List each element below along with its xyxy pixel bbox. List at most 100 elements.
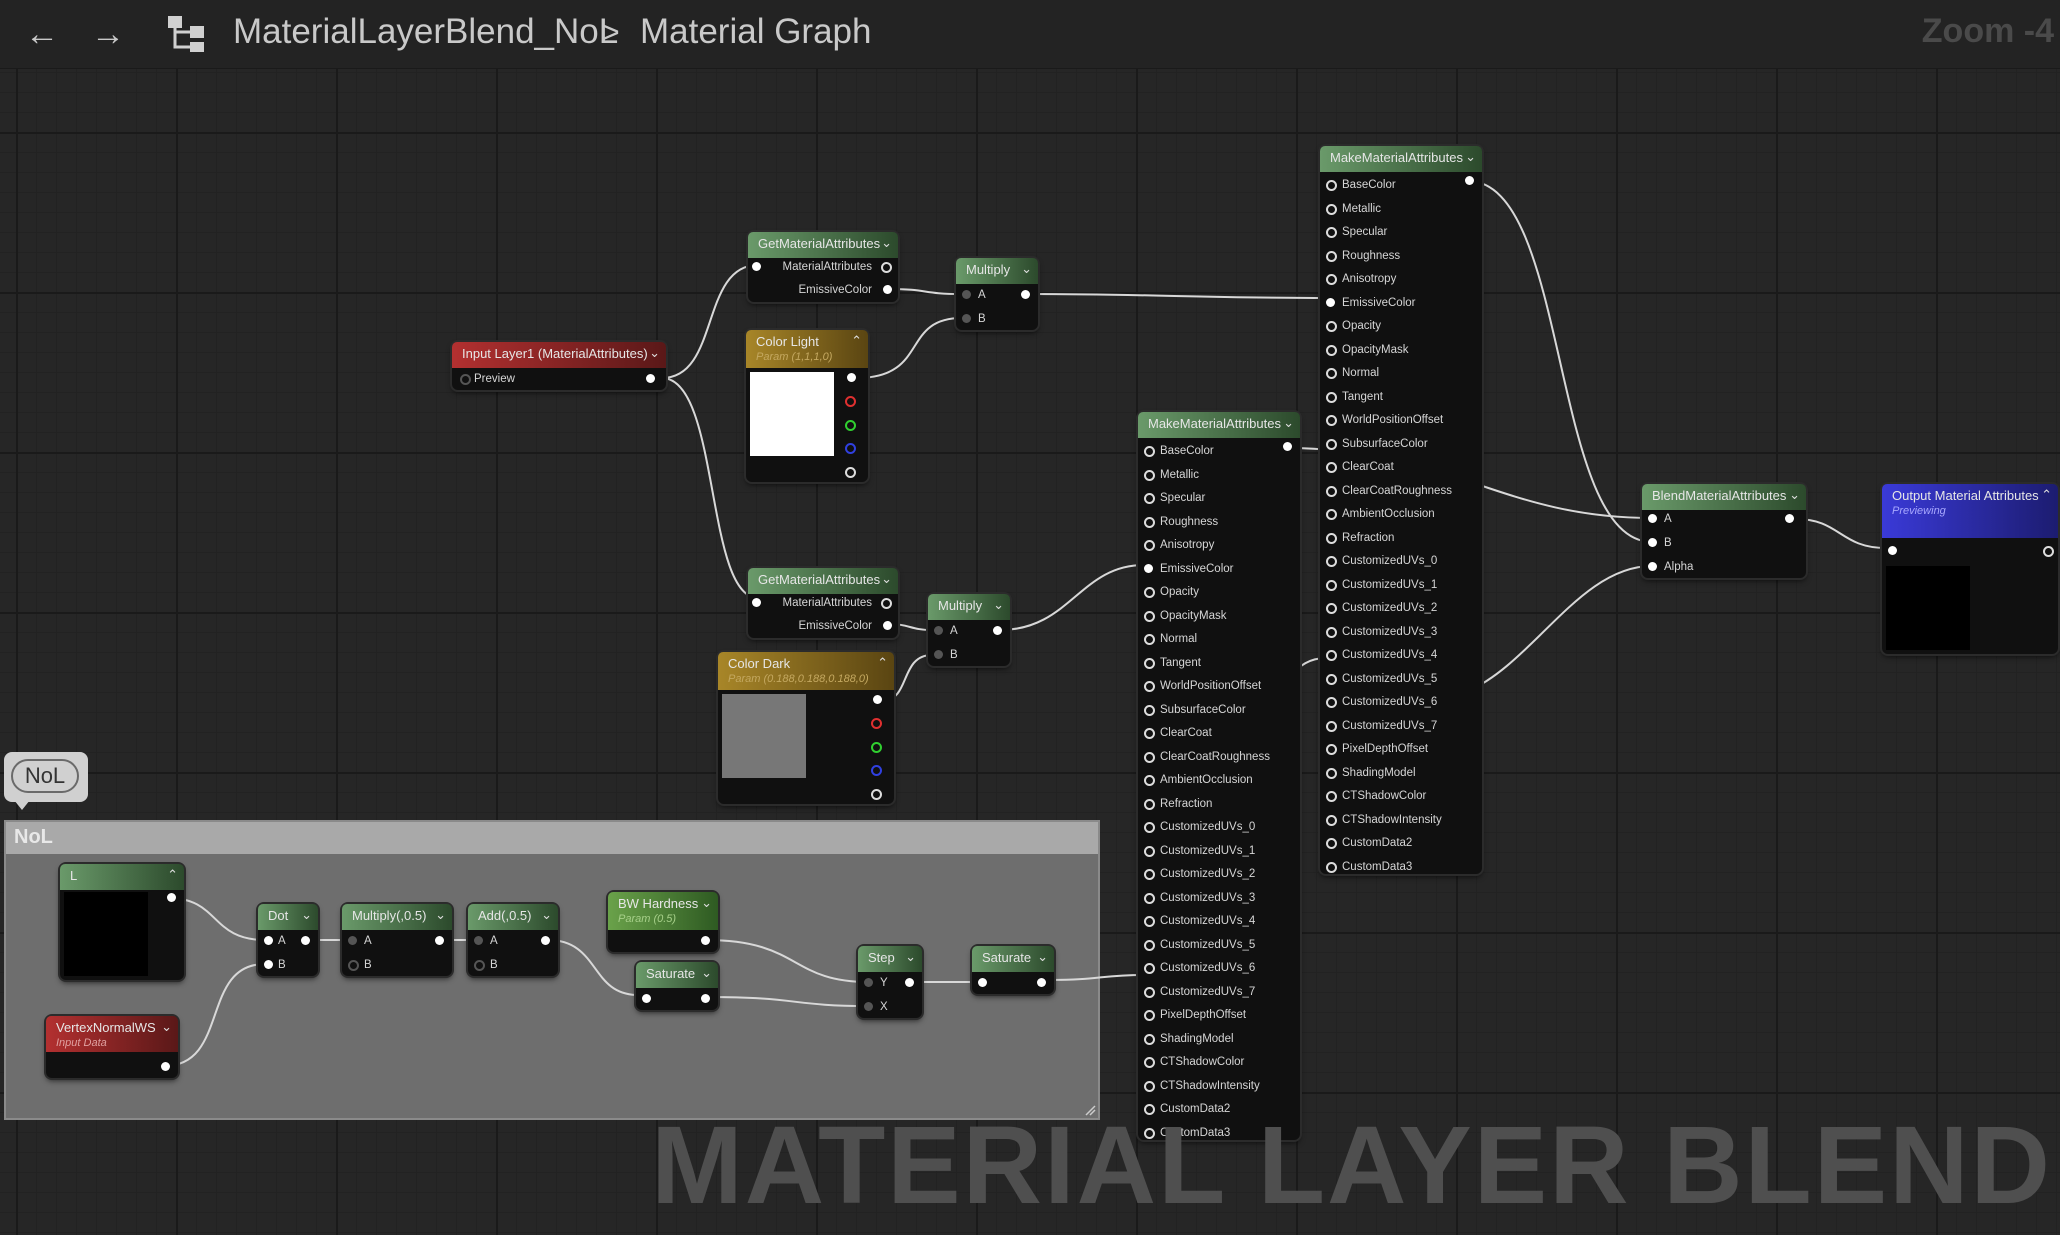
input-pin-icon[interactable] [1144,446,1155,457]
input-pin-icon[interactable] [1144,869,1155,880]
chevron-down-icon[interactable]: ⌄ [161,1019,172,1035]
input-pin-icon[interactable] [1144,798,1155,810]
output-pin-icon[interactable] [905,978,914,987]
input-pin-icon[interactable] [864,1002,873,1011]
input-pin-icon[interactable] [1144,822,1155,833]
input-pin-icon[interactable] [348,936,357,945]
input-pin-icon[interactable] [1326,720,1337,732]
chevron-down-icon[interactable]: ⌄ [881,571,892,587]
output-pin-icon[interactable] [1283,442,1292,451]
input-pin-icon[interactable] [1144,657,1155,669]
input-pin-icon[interactable] [1144,587,1155,598]
input-pin-icon[interactable] [1326,321,1337,332]
chevron-down-icon[interactable]: ⌄ [881,235,892,251]
saturate-node[interactable]: Saturate ⌄ [972,946,1054,994]
input-pin-icon[interactable] [1648,538,1657,547]
chevron-down-icon[interactable]: ⌄ [993,597,1004,613]
output-material-attributes-node[interactable]: Output Material Attributes ⌃ Previewing [1882,484,2058,654]
make-material-attributes-node[interactable]: MakeMaterialAttributes ⌄ BaseColor Metalli… [1320,146,1482,874]
input-pin-icon[interactable] [1326,673,1337,685]
output-pin-icon[interactable] [541,936,550,945]
input-pin-icon[interactable] [962,290,971,299]
saturate-node[interactable]: Saturate ⌄ [636,962,718,1010]
input-pin-icon[interactable] [1326,415,1337,426]
input-pin-icon[interactable] [1326,274,1337,285]
input-pin-icon[interactable] [1326,838,1337,849]
input-pin-icon[interactable] [1326,861,1337,873]
input-pin-icon[interactable] [1326,650,1337,661]
input-pin-icon[interactable] [1144,493,1155,504]
input-pin-icon[interactable] [1326,697,1337,708]
red-pin-icon[interactable] [845,396,856,407]
output-pin-icon[interactable] [1021,290,1030,299]
input-pin-icon[interactable] [1326,767,1337,779]
input-pin-icon[interactable] [934,626,943,635]
input-pin-icon[interactable] [1326,368,1337,379]
input-pin-icon[interactable] [1326,791,1337,802]
chevron-down-icon[interactable]: ⌄ [701,965,712,981]
input-pin-icon[interactable] [1144,1057,1155,1068]
input-pin-icon[interactable] [1326,485,1337,497]
green-pin-icon[interactable] [871,742,882,753]
output-pin-icon[interactable] [883,285,892,294]
chevron-down-icon[interactable]: ⌄ [649,345,660,361]
get-material-attributes-node[interactable]: GetMaterialAttributes ⌄ MaterialAttribute… [748,568,898,638]
output-pin-icon[interactable] [167,893,176,902]
multiply-node[interactable]: Multiply ⌄ A B [956,258,1038,330]
input-pin-icon[interactable] [1144,563,1153,573]
output-pin-icon[interactable] [701,994,710,1003]
output-pin-icon[interactable] [881,598,892,609]
input-pin-icon[interactable] [1144,516,1155,528]
input-pin-icon[interactable] [1144,775,1155,786]
bw-hardness-param-node[interactable]: BW Hardness ⌄ Param (0.5) [608,892,718,952]
chevron-up-icon[interactable]: ⌃ [2041,487,2052,503]
add-half-node[interactable]: Add(,0.5) ⌄ A B [468,904,558,976]
chevron-up-icon[interactable]: ⌃ [851,333,862,349]
alpha-pin-icon[interactable] [845,467,856,478]
input-pin-icon[interactable] [1326,250,1337,262]
input-pin-icon[interactable] [348,960,359,971]
input-pin-icon[interactable] [1144,1010,1155,1021]
output-pin-icon[interactable] [1037,978,1046,987]
input-pin-icon[interactable] [1326,462,1337,473]
chevron-down-icon[interactable]: ⌄ [905,949,916,965]
input-pin-icon[interactable] [864,978,873,987]
input-pin-icon[interactable] [1326,556,1337,567]
input-pin-icon[interactable] [474,960,485,971]
input-pin-icon[interactable] [1144,845,1155,857]
multiply-half-node[interactable]: Multiply(,0.5) ⌄ A B [342,904,452,976]
color-light-param-node[interactable]: Color Light ⌃ Param (1,1,1,0) [746,330,868,482]
input-pin-icon[interactable] [1326,203,1337,215]
input-pin-icon[interactable] [752,598,761,607]
input-pin-icon[interactable] [264,960,273,969]
input-pin-icon[interactable] [1326,603,1337,614]
input-pin-icon[interactable] [1888,546,1897,555]
input-pin-icon[interactable] [1144,939,1155,951]
multiply-node[interactable]: Multiply ⌄ A B [928,594,1010,666]
chevron-down-icon[interactable]: ⌄ [435,907,446,923]
input-pin-icon[interactable] [752,262,761,271]
input-pin-icon[interactable] [1144,892,1155,904]
color-dark-param-node[interactable]: Color Dark ⌃ Param (0.188,0.188,0.188,0) [718,652,894,804]
input-pin-icon[interactable] [642,994,651,1003]
input-pin-icon[interactable] [934,650,943,659]
input-pin-icon[interactable] [1144,1080,1155,1092]
chevron-down-icon[interactable]: ⌄ [1021,261,1032,277]
input-pin-icon[interactable] [1144,728,1155,739]
chevron-down-icon[interactable]: ⌄ [1283,415,1294,431]
output-pin-icon[interactable] [435,936,444,945]
input-pin-icon[interactable] [1648,562,1657,571]
input-pin-icon[interactable] [1144,986,1155,998]
output-pin-icon[interactable] [646,374,655,383]
chevron-up-icon[interactable]: ⌃ [877,655,888,671]
step-node[interactable]: Step ⌄ Y X [858,946,922,1018]
input-pin-icon[interactable] [1144,610,1155,622]
chevron-down-icon[interactable]: ⌄ [1037,949,1048,965]
input-pin-icon[interactable] [962,314,971,323]
input-pin-icon[interactable] [1326,532,1337,544]
output-pin-icon[interactable] [2043,546,2054,557]
input-pin-icon[interactable] [1144,469,1155,481]
get-material-attributes-node[interactable]: GetMaterialAttributes ⌄ MaterialAttribute… [748,232,898,302]
chevron-up-icon[interactable]: ⌃ [167,867,178,883]
input-pin-icon[interactable] [1326,297,1335,307]
